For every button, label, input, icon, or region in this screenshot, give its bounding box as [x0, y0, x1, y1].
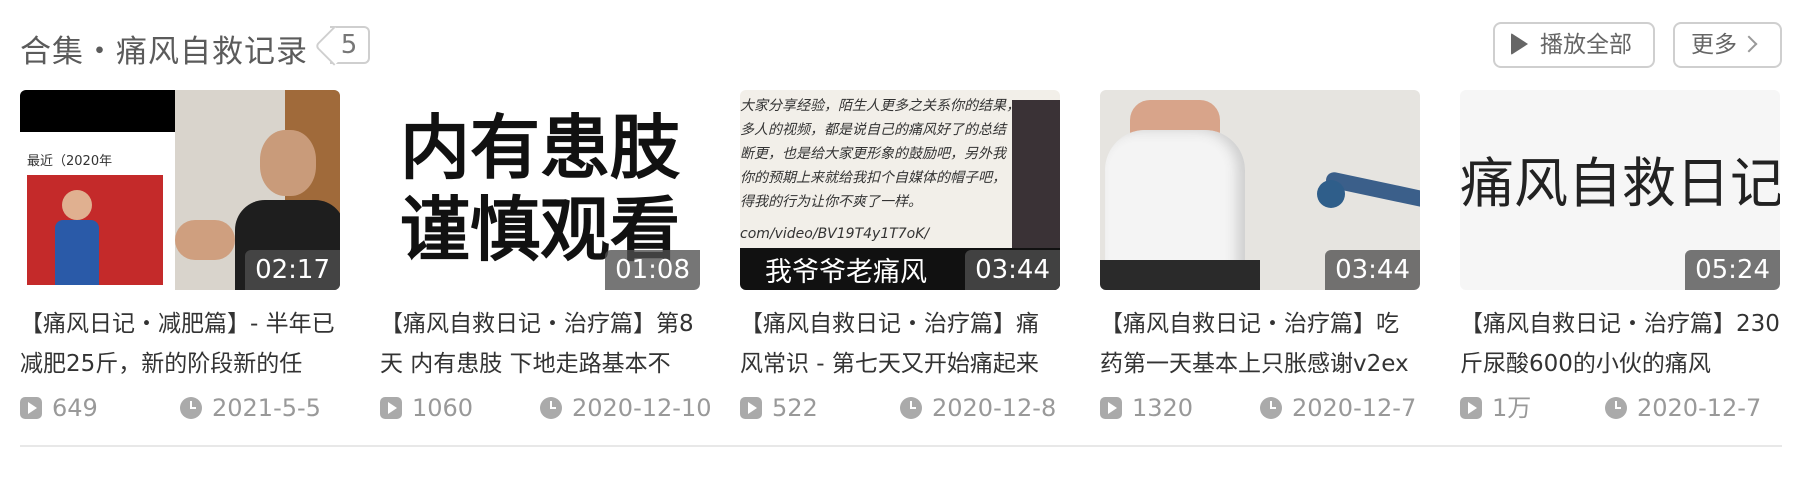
video-count-badge: 5	[330, 26, 370, 64]
video-duration: 02:17	[245, 250, 340, 290]
video-duration: 03:44	[1325, 250, 1420, 290]
play-count-icon	[380, 397, 402, 419]
section-divider	[20, 445, 1782, 447]
clock-icon	[540, 397, 562, 419]
video-title[interactable]: 【痛风日记・减肥篇】- 半年已减肥25斤，新的阶段新的任	[20, 304, 340, 384]
video-thumbnail[interactable]: 内有患肢 谨慎观看 01:08	[380, 90, 700, 290]
video-date: 2020-12-8	[932, 394, 1057, 422]
video-card[interactable]: 痛风自救日记 05:24 【痛风自救日记・治疗篇】230斤尿酸600的小伙的痛风…	[1460, 90, 1780, 430]
video-card[interactable]: 内有患肢 谨慎观看 01:08 【痛风自救日记・治疗篇】第8天 内有患肢 下地走…	[380, 90, 711, 430]
video-date: 2020-12-7	[1292, 394, 1417, 422]
more-button[interactable]: 更多	[1673, 22, 1782, 68]
play-count-icon	[740, 397, 762, 419]
play-count-icon	[1100, 397, 1122, 419]
video-title[interactable]: 【痛风自救日记・治疗篇】吃药第一天基本上只胀感谢v2ex	[1100, 304, 1420, 384]
video-date: 2020-12-10	[572, 394, 712, 422]
chevron-right-icon	[1740, 35, 1758, 53]
video-title[interactable]: 【痛风自救日记・治疗篇】230斤尿酸600的小伙的痛风	[1460, 304, 1780, 384]
video-meta: 649 2021-5-5	[20, 390, 350, 426]
video-thumbnail[interactable]: 最近（2020年 02:17	[20, 90, 340, 290]
video-list: 最近（2020年 02:17 【痛风日记・减肥篇】- 半年已减肥25斤，新的阶段…	[20, 90, 1782, 430]
video-count: 5	[340, 30, 358, 60]
play-icon	[1511, 33, 1528, 55]
video-title[interactable]: 【痛风自救日记・治疗篇】痛风常识 - 第七天又开始痛起来	[740, 304, 1060, 384]
more-label: 更多	[1691, 32, 1737, 58]
video-duration: 03:44	[965, 250, 1060, 290]
video-date: 2020-12-7	[1637, 394, 1762, 422]
clock-icon	[1260, 397, 1282, 419]
collection-header: 合集・痛风自救记录 5 播放全部 更多	[20, 20, 1782, 70]
clock-icon	[180, 397, 202, 419]
play-all-button[interactable]: 播放全部	[1493, 22, 1655, 68]
play-count-icon	[1460, 397, 1482, 419]
clock-icon	[1605, 397, 1627, 419]
video-views: 1060	[412, 394, 474, 422]
video-card[interactable]: 03:44 【痛风自救日记・治疗篇】吃药第一天基本上只胀感谢v2ex 1320 …	[1100, 90, 1420, 430]
thumbnail-screen-panel: 最近（2020年	[20, 90, 175, 290]
play-all-label: 播放全部	[1540, 32, 1632, 58]
clock-icon	[900, 397, 922, 419]
video-thumbnail[interactable]: 痛风自救日记 05:24	[1460, 90, 1780, 290]
video-card[interactable]: 大家分享经验，陌生人更多之关系你的结果， 多人的视频，都是说自己的痛风好了的总结…	[740, 90, 1060, 430]
video-views: 1万	[1492, 394, 1532, 422]
video-views: 1320	[1132, 394, 1194, 422]
collection-title: 合集・痛风自救记录	[20, 34, 308, 70]
video-date: 2021-5-5	[212, 394, 321, 422]
video-meta: 1万 2020-12-7	[1460, 390, 1790, 426]
thumbnail-subtitle: 我爷爷老痛风	[765, 257, 927, 288]
video-duration: 05:24	[1685, 250, 1780, 290]
video-duration: 01:08	[605, 250, 700, 290]
thumbnail-caption: 最近（2020年	[27, 154, 113, 169]
play-count-icon	[20, 397, 42, 419]
video-thumbnail[interactable]: 大家分享经验，陌生人更多之关系你的结果， 多人的视频，都是说自己的痛风好了的总结…	[740, 90, 1060, 290]
video-meta: 1060 2020-12-10	[380, 390, 712, 426]
video-meta: 522 2020-12-8	[740, 390, 1070, 426]
thumbnail-text: 痛风自救日记	[1460, 152, 1780, 215]
video-title[interactable]: 【痛风自救日记・治疗篇】第8天 内有患肢 下地走路基本不	[380, 304, 700, 384]
video-views: 649	[52, 394, 98, 422]
video-thumbnail[interactable]: 03:44	[1100, 90, 1420, 290]
video-meta: 1320 2020-12-7	[1100, 390, 1430, 426]
video-card[interactable]: 最近（2020年 02:17 【痛风日记・减肥篇】- 半年已减肥25斤，新的阶段…	[20, 90, 340, 430]
video-views: 522	[772, 394, 818, 422]
thumbnail-inset-photo	[27, 175, 163, 285]
thumbnail-text-line-1: 内有患肢	[400, 107, 680, 189]
